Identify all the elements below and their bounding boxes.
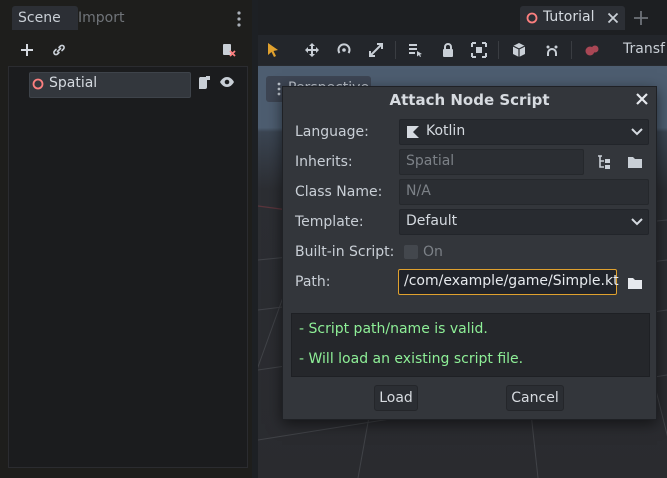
attach-script-dialog: Attach Node Script Language: Kotlin Inhe… bbox=[282, 86, 657, 420]
particles-icon[interactable] bbox=[581, 39, 603, 61]
tab-tutorial-label: Tutorial bbox=[543, 9, 595, 25]
path-label: Path: bbox=[295, 274, 331, 290]
lock-icon[interactable] bbox=[437, 39, 459, 61]
transform-menu[interactable]: Transf bbox=[623, 41, 665, 57]
chevron-down-icon bbox=[631, 128, 643, 136]
scene-tree: Spatial bbox=[8, 66, 248, 468]
select-tool-icon[interactable] bbox=[262, 39, 284, 61]
toolbar-divider bbox=[498, 41, 499, 59]
open-script-icon[interactable] bbox=[197, 75, 211, 91]
clear-script-icon[interactable] bbox=[218, 39, 240, 61]
class-name-label: Class Name: bbox=[295, 184, 383, 200]
class-name-field[interactable]: N/A bbox=[399, 179, 649, 205]
select-class-icon[interactable] bbox=[596, 154, 612, 170]
builtin-checkbox-label: On bbox=[423, 244, 443, 260]
close-icon[interactable] bbox=[633, 90, 651, 108]
path-valid-message: - Script path/name is valid. bbox=[299, 321, 488, 337]
folder-icon[interactable] bbox=[627, 276, 643, 290]
inherits-label: Inherits: bbox=[295, 154, 353, 170]
template-value: Default bbox=[406, 213, 458, 229]
visibility-eye-icon[interactable] bbox=[219, 76, 235, 88]
kotlin-icon bbox=[406, 125, 420, 139]
language-select[interactable]: Kotlin bbox=[399, 119, 649, 145]
load-button[interactable]: Load bbox=[374, 385, 418, 411]
path-value: /com/example/game/Simple.kt bbox=[404, 273, 619, 289]
class-name-value: N/A bbox=[406, 183, 431, 199]
group-icon[interactable] bbox=[468, 39, 490, 61]
load-existing-message: - Will load an existing script file. bbox=[299, 351, 524, 367]
inherits-value: Spatial bbox=[406, 153, 455, 169]
language-value: Kotlin bbox=[426, 123, 466, 139]
builtin-script-label: Built-in Script: bbox=[295, 244, 395, 260]
validation-messages: - Script path/name is valid. - Will load… bbox=[291, 313, 650, 377]
folder-icon[interactable] bbox=[627, 155, 643, 169]
tree-node-spatial[interactable]: Spatial bbox=[29, 72, 191, 98]
builtin-script-checkbox[interactable] bbox=[404, 245, 418, 259]
template-select[interactable]: Default bbox=[399, 209, 649, 235]
add-node-icon[interactable] bbox=[16, 39, 38, 61]
editor-toolbar: Transf bbox=[258, 35, 667, 65]
scene-toolbar bbox=[0, 35, 252, 98]
toolbar-divider bbox=[395, 41, 396, 59]
new-scene-tab-icon[interactable] bbox=[632, 9, 650, 27]
spatial-node-icon bbox=[32, 78, 44, 90]
tab-scene[interactable]: Scene bbox=[12, 6, 78, 30]
close-tab-icon[interactable] bbox=[607, 12, 619, 24]
tab-import[interactable]: Import bbox=[72, 6, 130, 30]
snap-icon[interactable] bbox=[541, 39, 563, 61]
language-label: Language: bbox=[295, 124, 369, 140]
move-tool-icon[interactable] bbox=[301, 39, 323, 61]
editor-tabs-bar: Tutorial bbox=[258, 0, 667, 35]
path-input[interactable]: /com/example/game/Simple.kt bbox=[398, 269, 619, 295]
spatial-node-icon bbox=[526, 12, 538, 24]
cancel-button[interactable]: Cancel bbox=[506, 385, 564, 411]
scale-tool-icon[interactable] bbox=[365, 39, 387, 61]
chevron-down-icon bbox=[631, 218, 643, 226]
scene-dock-tabs: Scene Import bbox=[0, 0, 252, 35]
tab-tutorial[interactable]: Tutorial bbox=[520, 6, 625, 30]
dialog-title: Attach Node Script bbox=[389, 91, 550, 109]
inherits-field[interactable]: Spatial bbox=[399, 149, 584, 175]
dock-menu-icon[interactable] bbox=[233, 10, 245, 28]
toolbar-divider bbox=[571, 41, 572, 59]
rotate-tool-icon[interactable] bbox=[333, 39, 355, 61]
template-label: Template: bbox=[295, 214, 364, 230]
instance-scene-icon[interactable] bbox=[48, 39, 70, 61]
tree-node-label: Spatial bbox=[49, 75, 98, 91]
list-select-icon[interactable] bbox=[404, 39, 426, 61]
cube-icon[interactable] bbox=[508, 39, 530, 61]
